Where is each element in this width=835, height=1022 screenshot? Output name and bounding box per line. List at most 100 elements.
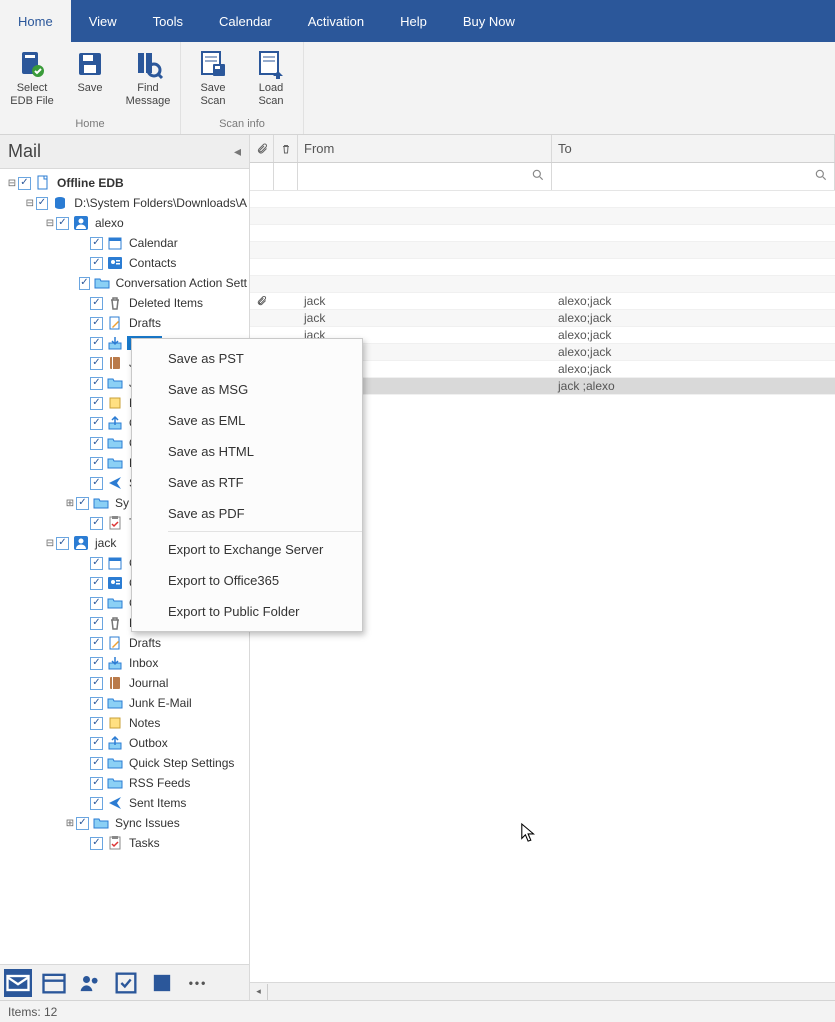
tree-node-rss-feeds[interactable]: ✓RSS Feeds xyxy=(0,773,249,793)
checkbox[interactable]: ✓ xyxy=(90,517,103,530)
checkbox[interactable]: ✓ xyxy=(90,237,103,250)
column-attachment[interactable] xyxy=(250,135,274,162)
checkbox[interactable]: ✓ xyxy=(90,337,103,350)
ctx-save-as-rtf[interactable]: Save as RTF xyxy=(132,467,362,498)
save-button[interactable]: Save xyxy=(62,44,118,108)
message-row[interactable] xyxy=(250,242,835,259)
message-row[interactable] xyxy=(250,225,835,242)
checkbox[interactable]: ✓ xyxy=(90,417,103,430)
people-icon[interactable] xyxy=(76,969,104,997)
checkbox[interactable]: ✓ xyxy=(90,657,103,670)
ctx-export-to-exchange-server[interactable]: Export to Exchange Server xyxy=(132,534,362,565)
column-to[interactable]: To xyxy=(552,135,835,162)
message-row[interactable] xyxy=(250,191,835,208)
column-delete[interactable] xyxy=(274,135,298,162)
menu-help[interactable]: Help xyxy=(382,0,445,42)
checkbox[interactable]: ✓ xyxy=(90,837,103,850)
tree-node-outbox[interactable]: ✓Outbox xyxy=(0,733,249,753)
checkbox[interactable]: ✓ xyxy=(90,437,103,450)
checkbox[interactable]: ✓ xyxy=(90,577,103,590)
tree-node-sent-items[interactable]: ✓Sent Items xyxy=(0,793,249,813)
tree-node-drafts[interactable]: ✓Drafts xyxy=(0,633,249,653)
checkbox[interactable]: ✓ xyxy=(56,217,69,230)
tree-node-conversation-action-sett[interactable]: ✓Conversation Action Sett xyxy=(0,273,249,293)
ctx-export-to-public-folder[interactable]: Export to Public Folder xyxy=(132,596,362,627)
message-row[interactable]: jackalexo;jack xyxy=(250,293,835,310)
scroll-left-icon[interactable]: ◂ xyxy=(250,984,268,1000)
ctx-save-as-eml[interactable]: Save as EML xyxy=(132,405,362,436)
search-to-input[interactable] xyxy=(558,169,834,185)
checkbox[interactable]: ✓ xyxy=(90,797,103,810)
checkbox[interactable]: ✓ xyxy=(76,817,89,830)
tree-node-offline-edb[interactable]: ⊟✓Offline EDB xyxy=(0,173,249,193)
menu-buy-now[interactable]: Buy Now xyxy=(445,0,533,42)
message-row[interactable] xyxy=(250,259,835,276)
checkbox[interactable]: ✓ xyxy=(56,537,69,550)
checkbox[interactable]: ✓ xyxy=(90,597,103,610)
tree-node-d-system-folders-downloads-a[interactable]: ⊟✓D:\System Folders\Downloads\A xyxy=(0,193,249,213)
expander-icon[interactable]: ⊞ xyxy=(64,818,76,829)
checkbox[interactable]: ✓ xyxy=(90,457,103,470)
tree-node-calendar[interactable]: ✓Calendar xyxy=(0,233,249,253)
search-icon[interactable] xyxy=(814,168,828,185)
checkbox[interactable]: ✓ xyxy=(90,637,103,650)
ctx-export-to-office365[interactable]: Export to Office365 xyxy=(132,565,362,596)
message-row[interactable]: jackalexo;jack xyxy=(250,310,835,327)
checkbox[interactable]: ✓ xyxy=(36,197,49,210)
tree-node-contacts[interactable]: ✓Contacts xyxy=(0,253,249,273)
message-row[interactable] xyxy=(250,276,835,293)
find-message-button[interactable]: FindMessage xyxy=(120,44,176,108)
select-edb-file-button[interactable]: SelectEDB File xyxy=(4,44,60,108)
tasks-icon[interactable] xyxy=(112,969,140,997)
tree-node-journal[interactable]: ✓Journal xyxy=(0,673,249,693)
checkbox[interactable]: ✓ xyxy=(76,497,89,510)
checkbox[interactable]: ✓ xyxy=(90,397,103,410)
checkbox[interactable]: ✓ xyxy=(90,317,103,330)
expander-icon[interactable]: ⊟ xyxy=(44,218,56,229)
checkbox[interactable]: ✓ xyxy=(90,357,103,370)
tree-node-quick-step-settings[interactable]: ✓Quick Step Settings xyxy=(0,753,249,773)
expander-icon[interactable]: ⊟ xyxy=(24,198,36,209)
more-icon[interactable]: ••• xyxy=(184,969,212,997)
checkbox[interactable]: ✓ xyxy=(90,757,103,770)
ctx-save-as-pdf[interactable]: Save as PDF xyxy=(132,498,362,529)
checkbox[interactable]: ✓ xyxy=(90,737,103,750)
notes-icon[interactable] xyxy=(148,969,176,997)
checkbox[interactable]: ✓ xyxy=(18,177,31,190)
expander-icon[interactable]: ⊞ xyxy=(64,498,76,509)
horizontal-scrollbar[interactable]: ◂ xyxy=(250,982,835,1000)
checkbox[interactable]: ✓ xyxy=(90,617,103,630)
column-from[interactable]: From xyxy=(298,135,552,162)
tree-node-tasks[interactable]: ✓Tasks xyxy=(0,833,249,853)
search-from-input[interactable] xyxy=(304,169,551,185)
save-scan-button[interactable]: SaveScan xyxy=(185,44,241,108)
tree-node-drafts[interactable]: ✓Drafts xyxy=(0,313,249,333)
tree-node-inbox[interactable]: ✓Inbox xyxy=(0,653,249,673)
checkbox[interactable]: ✓ xyxy=(90,297,103,310)
collapse-nav-icon[interactable]: ◂ xyxy=(234,143,241,160)
ctx-save-as-pst[interactable]: Save as PST xyxy=(132,343,362,374)
calendar-icon[interactable] xyxy=(40,969,68,997)
menu-view[interactable]: View xyxy=(71,0,135,42)
ctx-save-as-msg[interactable]: Save as MSG xyxy=(132,374,362,405)
checkbox[interactable]: ✓ xyxy=(90,777,103,790)
menu-home[interactable]: Home xyxy=(0,0,71,42)
checkbox[interactable]: ✓ xyxy=(90,477,103,490)
checkbox[interactable]: ✓ xyxy=(90,717,103,730)
tree-node-notes[interactable]: ✓Notes xyxy=(0,713,249,733)
expander-icon[interactable]: ⊟ xyxy=(44,538,56,549)
checkbox[interactable]: ✓ xyxy=(90,377,103,390)
checkbox[interactable]: ✓ xyxy=(90,697,103,710)
load-scan-button[interactable]: LoadScan xyxy=(243,44,299,108)
message-row[interactable] xyxy=(250,208,835,225)
menu-activation[interactable]: Activation xyxy=(290,0,382,42)
checkbox[interactable]: ✓ xyxy=(90,677,103,690)
checkbox[interactable]: ✓ xyxy=(90,557,103,570)
search-icon[interactable] xyxy=(531,168,545,185)
menu-tools[interactable]: Tools xyxy=(135,0,201,42)
tree-node-deleted-items[interactable]: ✓Deleted Items xyxy=(0,293,249,313)
ctx-save-as-html[interactable]: Save as HTML xyxy=(132,436,362,467)
checkbox[interactable]: ✓ xyxy=(90,257,103,270)
tree-node-alexo[interactable]: ⊟✓alexo xyxy=(0,213,249,233)
expander-icon[interactable]: ⊟ xyxy=(6,178,18,189)
